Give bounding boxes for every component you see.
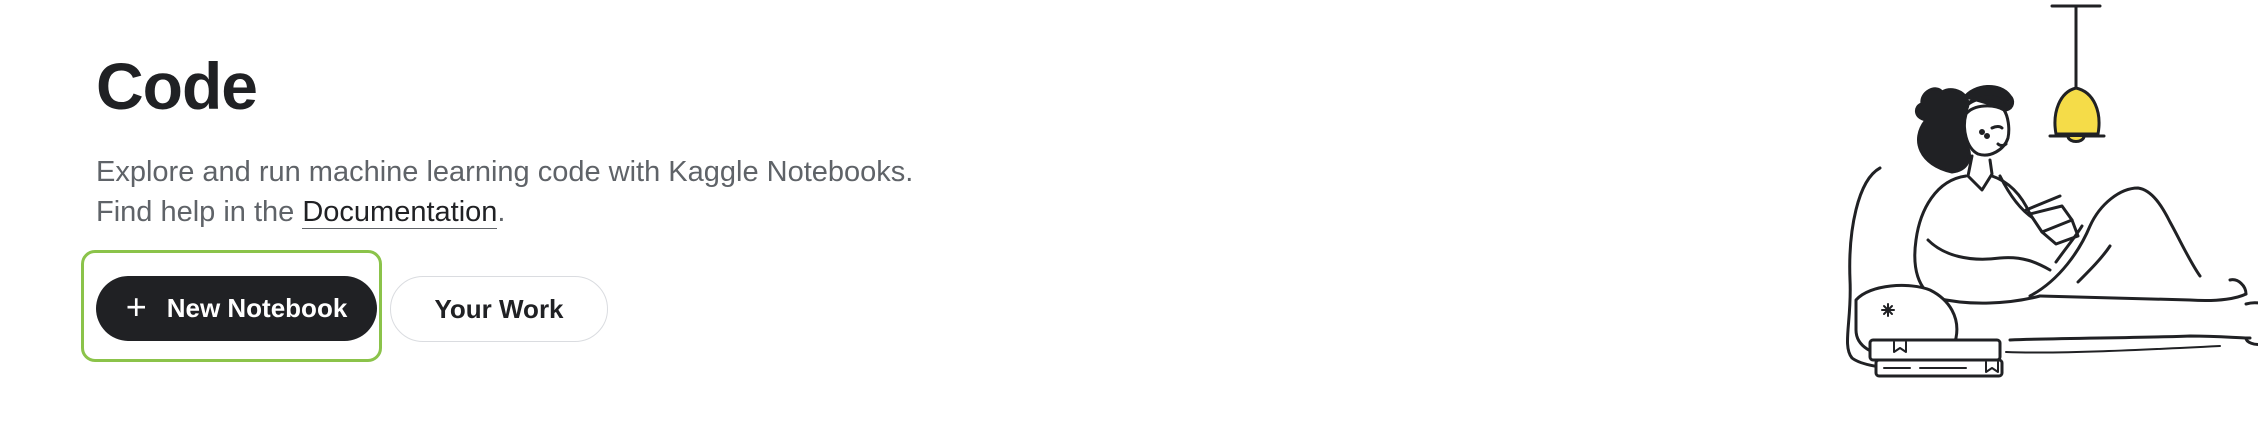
page-description: Explore and run machine learning code wi… (96, 152, 913, 232)
description-line-2: Find help in the Documentation. (96, 192, 913, 232)
description-line-2-prefix: Find help in the (96, 196, 303, 228)
your-work-button[interactable]: Your Work (390, 276, 608, 342)
your-work-label: Your Work (434, 293, 564, 324)
new-notebook-label: New Notebook (166, 293, 348, 323)
documentation-link[interactable]: Documentation (302, 196, 498, 229)
plus-icon: + (125, 285, 147, 327)
description-line-1: Explore and run machine learning code wi… (96, 156, 914, 188)
code-landing-header: Code Explore and run machine learning co… (0, 0, 2258, 424)
person-reading-illustration (1846, 4, 2258, 378)
description-line-2-suffix: . (497, 196, 506, 228)
new-notebook-button[interactable]: + New Notebook (96, 276, 377, 341)
lamp-icon (2048, 4, 2106, 143)
book-stack-icon (1868, 338, 2004, 378)
page-title: Code (96, 49, 258, 123)
